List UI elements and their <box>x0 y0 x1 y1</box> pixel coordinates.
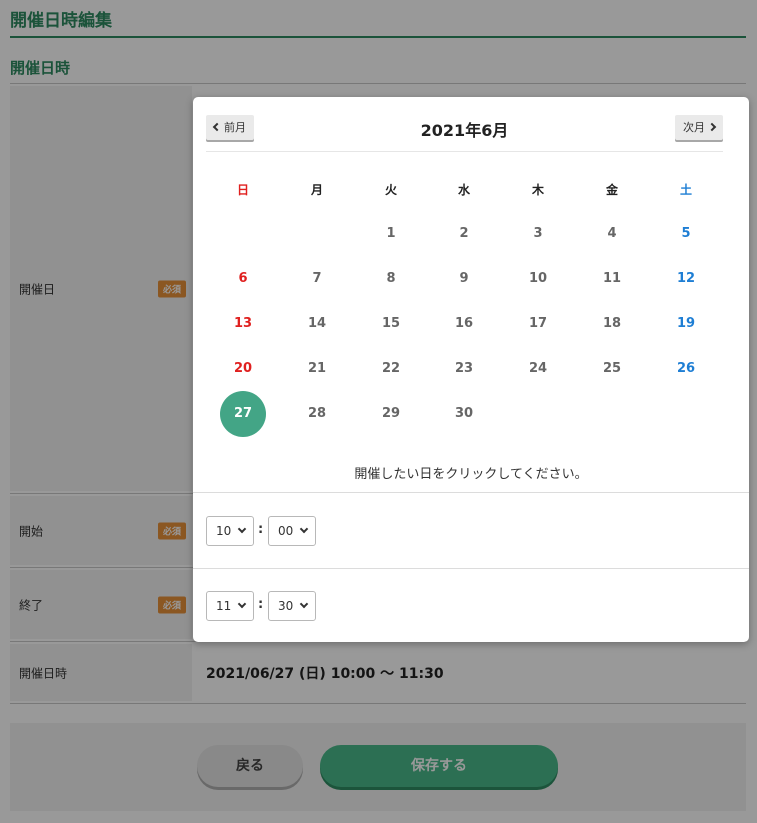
calendar-day[interactable]: 2 <box>441 211 487 257</box>
start-minute-select[interactable]: 00 <box>268 516 316 546</box>
calendar-day[interactable]: 30 <box>441 391 487 437</box>
weekday-label: 金 <box>605 183 618 197</box>
next-month-button[interactable]: 次月 <box>675 115 723 140</box>
calendar-day[interactable]: 20 <box>220 346 266 392</box>
calendar-day[interactable]: 25 <box>589 346 635 392</box>
calendar-day[interactable]: 1 <box>368 211 414 257</box>
weekday-label: 月 <box>310 183 323 197</box>
weekday-label: 木 <box>531 183 544 197</box>
calendar-day[interactable]: 13 <box>220 301 266 347</box>
calendar-day[interactable]: 15 <box>368 301 414 347</box>
weekday-label: 日 <box>236 183 249 197</box>
calendar-day[interactable]: 4 <box>589 211 635 257</box>
month-title: 2021年6月 <box>420 121 509 140</box>
chevron-down-icon <box>237 599 247 609</box>
weekday-label: 土 <box>679 183 692 197</box>
calendar-day[interactable]: 22 <box>368 346 414 392</box>
calendar-day[interactable]: 21 <box>294 346 340 392</box>
end-minute-value: 30 <box>278 599 294 613</box>
divider <box>193 568 749 569</box>
calendar-day-selected[interactable]: 27 <box>220 391 266 437</box>
calendar-day[interactable]: 26 <box>663 346 709 392</box>
calendar-day[interactable]: 7 <box>294 256 340 302</box>
time-separator: : <box>258 522 264 537</box>
calendar-day[interactable]: 19 <box>663 301 709 347</box>
calendar-day[interactable]: 18 <box>589 301 635 347</box>
weekday-label: 火 <box>384 183 397 197</box>
calendar-day[interactable]: 11 <box>589 256 635 302</box>
end-minute-select[interactable]: 30 <box>268 591 316 621</box>
calendar-day[interactable]: 14 <box>294 301 340 347</box>
calendar-day[interactable]: 23 <box>441 346 487 392</box>
calendar-day[interactable]: 12 <box>663 256 709 302</box>
divider <box>193 492 749 493</box>
calendar-day[interactable]: 17 <box>515 301 561 347</box>
calendar-day[interactable]: 16 <box>441 301 487 347</box>
time-separator: : <box>258 597 264 612</box>
calendar-day[interactable]: 8 <box>368 256 414 302</box>
next-month-label: 次月 <box>683 121 705 134</box>
calendar-day[interactable]: 9 <box>441 256 487 302</box>
chevron-right-icon <box>707 122 717 132</box>
calendar-day[interactable]: 29 <box>368 391 414 437</box>
chevron-down-icon <box>299 599 309 609</box>
calendar-day[interactable]: 3 <box>515 211 561 257</box>
chevron-down-icon <box>299 524 309 534</box>
weekday-label: 水 <box>457 183 470 197</box>
calendar-day[interactable]: 10 <box>515 256 561 302</box>
calendar-header: 前月 2021年6月 次月 <box>206 112 723 152</box>
calendar-instruction: 開催したい日をクリックしてください。 <box>354 467 588 482</box>
calendar-day[interactable]: 24 <box>515 346 561 392</box>
end-hour-value: 11 <box>216 599 232 613</box>
start-hour-value: 10 <box>216 524 232 538</box>
calendar-day[interactable]: 28 <box>294 391 340 437</box>
start-minute-value: 00 <box>278 524 294 538</box>
calendar-day[interactable]: 6 <box>220 256 266 302</box>
chevron-down-icon <box>237 524 247 534</box>
end-hour-select[interactable]: 11 <box>206 591 254 621</box>
calendar-modal: 前月 2021年6月 次月 日月火水木金土 1 2 3 4 5 6 7 8 9 10 11 12 13 1… <box>193 97 749 642</box>
start-hour-select[interactable]: 10 <box>206 516 254 546</box>
calendar-day[interactable]: 5 <box>663 211 709 257</box>
